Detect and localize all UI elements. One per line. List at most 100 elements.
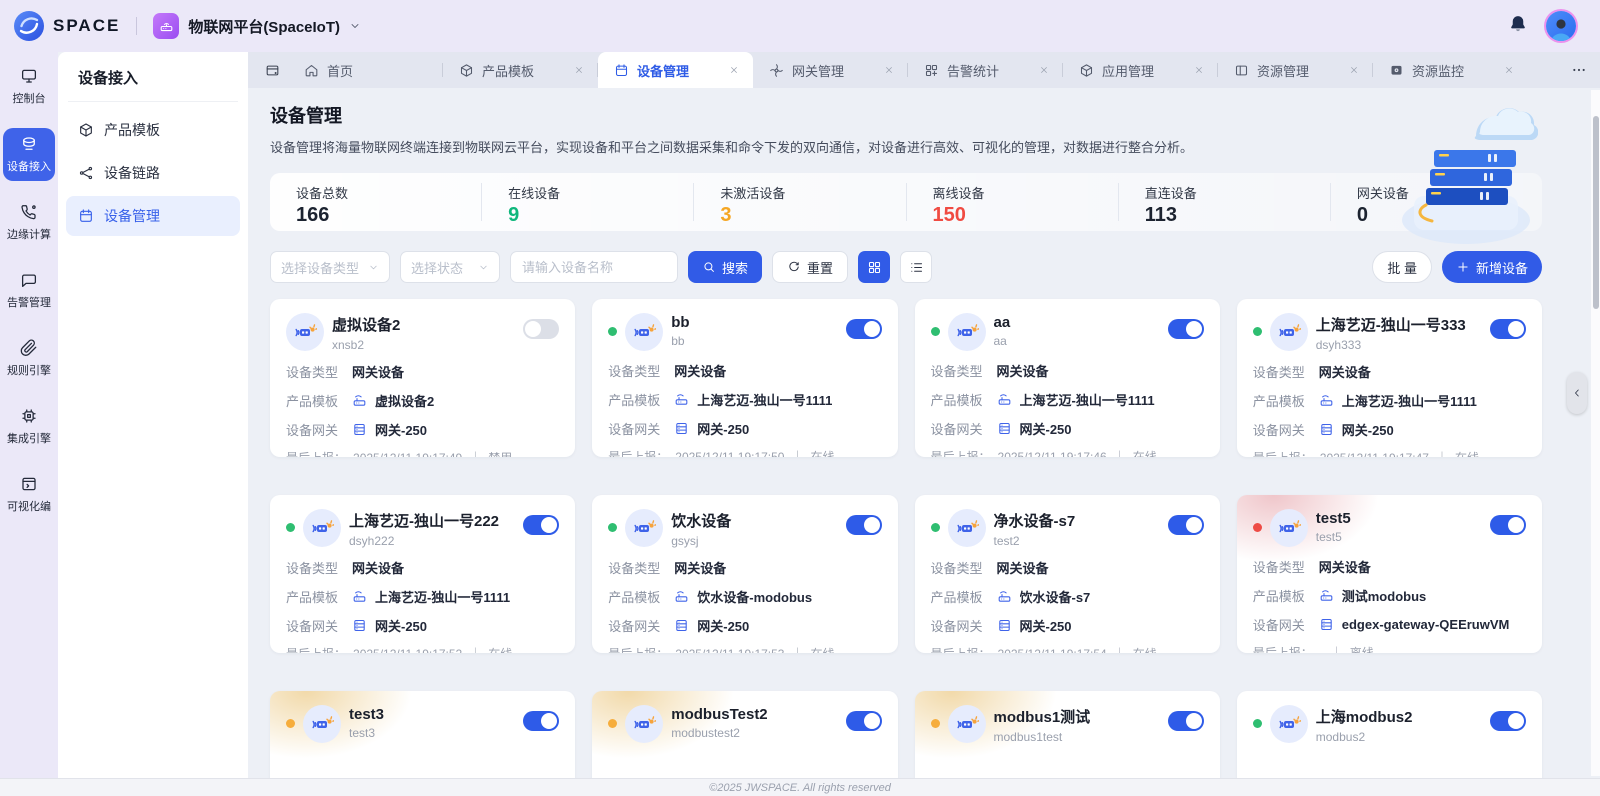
close-icon[interactable]: [880, 61, 898, 79]
tab-app-management[interactable]: 应用管理: [1063, 52, 1218, 88]
page-footer: ©2025 JWSPACE. All rights reserved: [0, 778, 1600, 796]
more-tabs-icon[interactable]: [1558, 52, 1600, 88]
device-card[interactable]: test5 test5 设备类型 网关设备 产品模板 测试modobus 设备网…: [1237, 495, 1542, 653]
menu-device-management[interactable]: 设备管理: [66, 196, 240, 236]
device-gateway-row: 设备网关 网关-250: [608, 419, 881, 438]
gateway-server-icon: [997, 421, 1012, 436]
scrollbar-track[interactable]: [1591, 90, 1600, 776]
device-card[interactable]: aa aa 设备类型 网关设备 产品模板 上海艺迈-独山一号1111 设备网关 …: [915, 299, 1220, 457]
add-device-button[interactable]: 新增设备: [1442, 251, 1542, 283]
toggle-knob: [1186, 517, 1202, 533]
close-icon[interactable]: [1500, 61, 1518, 79]
device-enable-toggle[interactable]: [523, 515, 559, 535]
device-enable-toggle[interactable]: [1168, 711, 1204, 731]
grid-view-icon: [867, 260, 882, 275]
device-enable-toggle[interactable]: [1168, 319, 1204, 339]
device-type-select[interactable]: 选择设备类型: [270, 251, 390, 283]
last-report-row: 最后上报： 2025/12/11 19:17:47 ｜ 在线: [1253, 449, 1526, 457]
chevron-left-icon: [1571, 387, 1583, 399]
device-enable-toggle[interactable]: [846, 711, 882, 731]
device-name-input[interactable]: [510, 251, 678, 283]
tab-resource-management[interactable]: 资源管理: [1218, 52, 1373, 88]
stat-online-devices: 在线设备9: [481, 183, 693, 221]
sidebar-item-alarm-management[interactable]: 告警管理: [3, 264, 55, 317]
device-card[interactable]: 饮水设备 gsysj 设备类型 网关设备 产品模板 饮水设备-modobus 设…: [592, 495, 897, 653]
device-type-row: 设备类型 网关设备: [286, 558, 559, 577]
device-card[interactable]: bb bb 设备类型 网关设备 产品模板 上海艺迈-独山一号1111 设备网关 …: [592, 299, 897, 457]
collapse-tabs-icon[interactable]: [256, 52, 288, 88]
close-icon[interactable]: [1345, 61, 1363, 79]
toggle-knob: [541, 517, 557, 533]
sidebar-item-integration-engine[interactable]: 集成引擎: [3, 400, 55, 453]
device-enable-toggle[interactable]: [523, 711, 559, 731]
device-gateway-row: 设备网关 网关-250: [931, 616, 1204, 635]
close-icon[interactable]: [570, 61, 588, 79]
device-enable-toggle[interactable]: [846, 319, 882, 339]
grid-view-toggle[interactable]: [858, 251, 890, 283]
alarm-icon: [20, 271, 38, 289]
search-button[interactable]: 搜索: [688, 251, 762, 283]
device-card[interactable]: modbus1测试 modbus1test 设备类型 产品模板 设备网关: [915, 691, 1220, 778]
gateway-server-icon: [352, 422, 367, 437]
sidebar-item-rule-engine[interactable]: 规则引擎: [3, 332, 55, 385]
close-icon[interactable]: [725, 61, 743, 79]
workspace-selector[interactable]: 物联网平台(SpaceIoT): [153, 13, 361, 39]
device-code: bb: [671, 334, 837, 348]
nav-rail: 控制台 设备接入 边缘计算 告警管理 规则引擎 集成引擎: [0, 52, 58, 778]
device-card[interactable]: test3 test3 设备类型 产品模板 设备网关 最后上: [270, 691, 575, 778]
device-card[interactable]: 上海艺迈-独山一号333 dsyh333 设备类型 网关设备 产品模板 上海艺迈…: [1237, 299, 1542, 457]
sidebar-item-console[interactable]: 控制台: [3, 60, 55, 113]
device-code: test3: [349, 726, 515, 740]
status-dot: [286, 523, 295, 532]
device-status: 在线: [1455, 449, 1479, 457]
tab-alarm-stats[interactable]: 告警统计: [908, 52, 1063, 88]
device-enable-toggle[interactable]: [1490, 711, 1526, 731]
list-view-toggle[interactable]: [900, 251, 932, 283]
device-card[interactable]: 净水设备-s7 test2 设备类型 网关设备 产品模板 饮水设备-s7 设备网…: [915, 495, 1220, 653]
list-view-icon: [909, 260, 924, 275]
chevron-down-icon: [478, 262, 489, 273]
content-area: 设备管理 设备管理将海量物联网终端连接到物联网云平台，实现设备和平台之间数据采集…: [248, 88, 1600, 778]
device-card[interactable]: modbusTest2 modbustest2 设备类型 产品模板 设备网关: [592, 691, 897, 778]
device-enable-toggle[interactable]: [1168, 515, 1204, 535]
device-name: test5: [1316, 510, 1482, 527]
sidebar-item-edge-computing[interactable]: 边缘计算: [3, 196, 55, 249]
device-avatar-icon: [625, 509, 663, 547]
panel-collapse-handle[interactable]: [1567, 372, 1587, 414]
user-avatar[interactable]: [1546, 11, 1576, 41]
tab-home[interactable]: 首页: [288, 52, 443, 88]
device-card[interactable]: 上海modbus2 modbus2 设备类型 产品模板 设备网关: [1237, 691, 1542, 778]
tab-resource-monitor[interactable]: 资源监控: [1373, 52, 1528, 88]
stat-inactive-devices: 未激活设备3: [693, 183, 905, 221]
visual-editor-icon: [20, 475, 38, 493]
device-enable-toggle[interactable]: [1490, 515, 1526, 535]
status-select[interactable]: 选择状态: [400, 251, 500, 283]
router-icon: [1319, 588, 1334, 603]
scrollbar-thumb[interactable]: [1593, 116, 1599, 309]
home-icon: [304, 63, 319, 78]
toggle-knob: [1508, 713, 1524, 729]
sidebar-item-device-access[interactable]: 设备接入: [3, 128, 55, 181]
notification-bell-icon[interactable]: [1508, 14, 1528, 39]
device-enable-toggle[interactable]: [523, 319, 559, 339]
close-icon[interactable]: [1035, 61, 1053, 79]
device-avatar-icon: [625, 313, 663, 351]
device-code: aa: [994, 334, 1160, 348]
tab-gateway-management[interactable]: 网关管理: [753, 52, 908, 88]
device-code: xnsb2: [332, 338, 515, 352]
device-card[interactable]: 虚拟设备2 xnsb2 设备类型 网关设备 产品模板 虚拟设备2 设备网关 网关…: [270, 299, 575, 457]
device-enable-toggle[interactable]: [1490, 319, 1526, 339]
menu-product-template[interactable]: 产品模板: [66, 110, 240, 150]
product-template-row: 产品模板 虚拟设备2: [286, 391, 559, 410]
last-report-time: -: [1320, 646, 1324, 654]
tab-device-management[interactable]: 设备管理: [598, 52, 753, 88]
close-icon[interactable]: [1190, 61, 1208, 79]
device-enable-toggle[interactable]: [846, 515, 882, 535]
device-card[interactable]: 上海艺迈-独山一号222 dsyh222 设备类型 网关设备 产品模板 上海艺迈…: [270, 495, 575, 653]
gateway-server-icon: [1319, 617, 1334, 632]
reset-button[interactable]: 重置: [772, 251, 848, 283]
batch-button[interactable]: 批 量: [1372, 251, 1432, 283]
menu-device-link[interactable]: 设备链路: [66, 153, 240, 193]
sidebar-item-visual-editor[interactable]: 可视化编: [3, 468, 55, 521]
tab-product-template[interactable]: 产品模板: [443, 52, 598, 88]
